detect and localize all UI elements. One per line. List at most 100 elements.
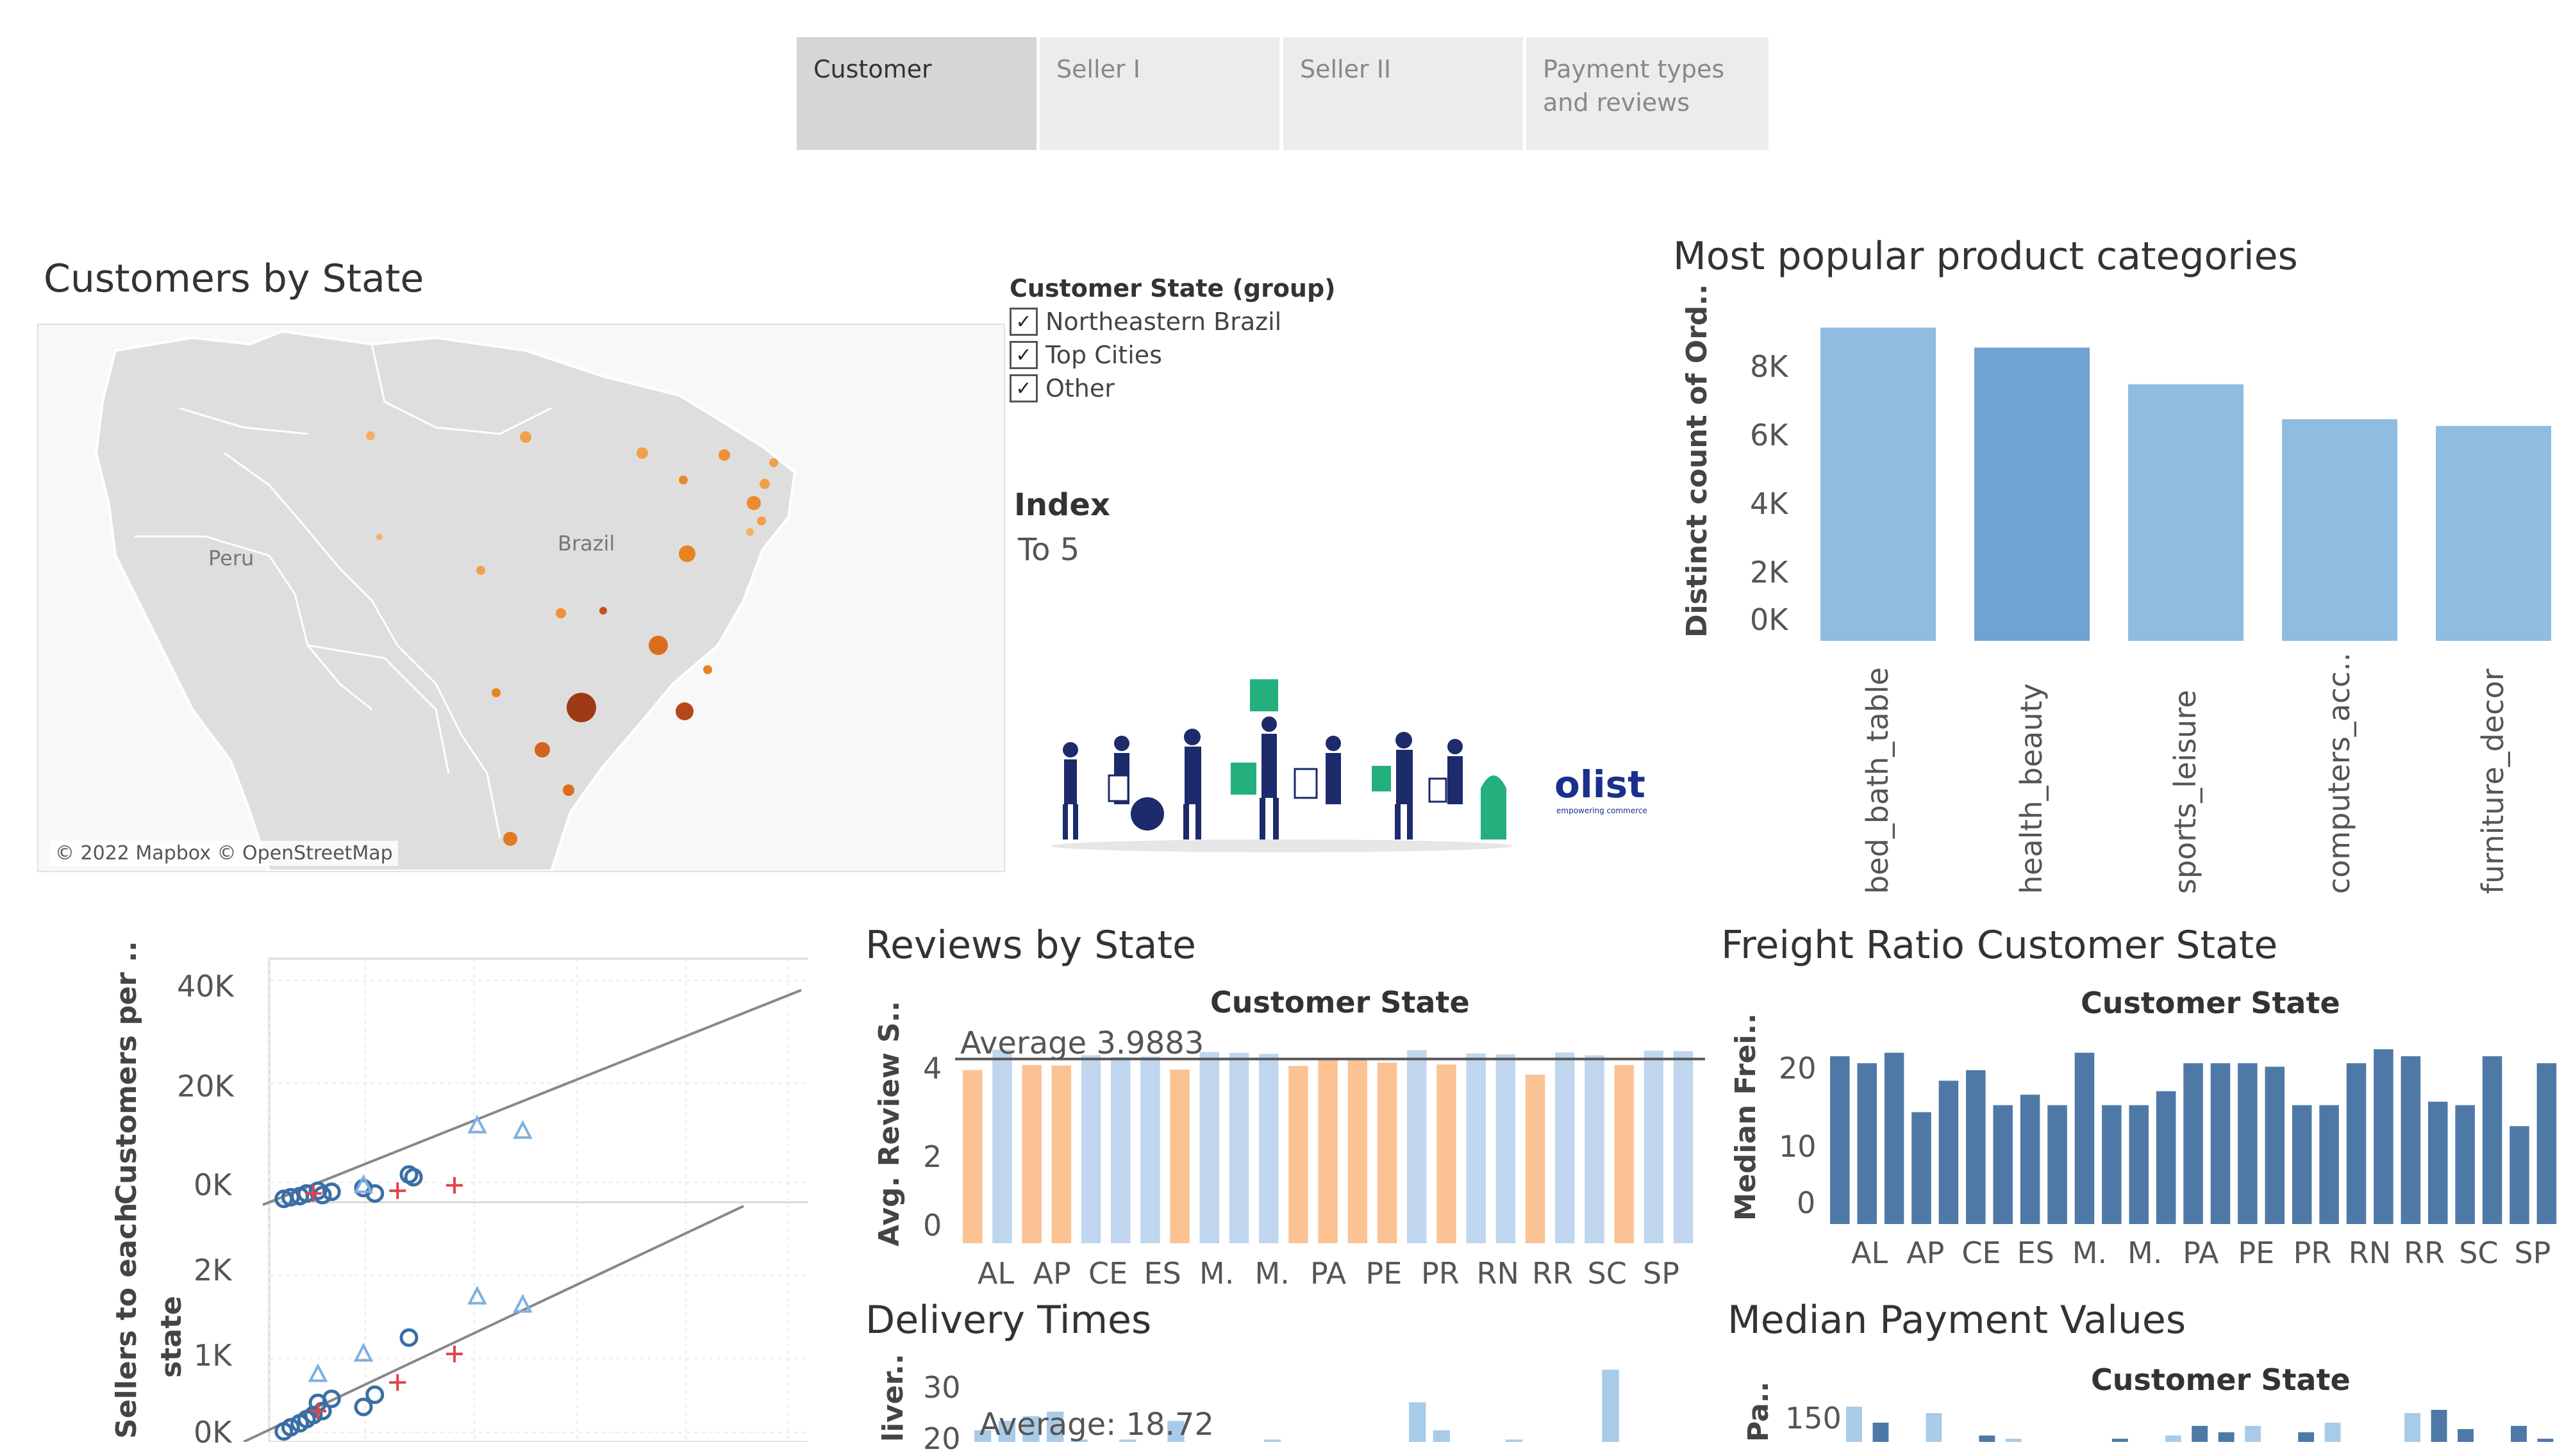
payment-bar[interactable] <box>1872 1423 1889 1442</box>
payment-bar[interactable] <box>2218 1432 2235 1442</box>
review-bar[interactable] <box>1347 1057 1368 1243</box>
tab-payment-types-and-reviews[interactable]: Payment types and reviews <box>1526 37 1769 150</box>
payment-bar[interactable] <box>2431 1410 2447 1442</box>
review-bar[interactable] <box>1199 1052 1220 1243</box>
review-bar[interactable] <box>1644 1050 1664 1243</box>
review-bar[interactable] <box>963 1070 983 1243</box>
scatter-point-circle[interactable] <box>399 1328 419 1347</box>
freight-bar[interactable] <box>2183 1063 2203 1224</box>
category-bar[interactable] <box>2436 426 2551 641</box>
freight-bar[interactable] <box>2346 1063 2367 1224</box>
category-bar[interactable] <box>2282 419 2397 641</box>
index-value[interactable]: To 5 <box>1018 532 1079 568</box>
freight-bar[interactable] <box>2427 1102 2448 1224</box>
scatter-point-circle[interactable] <box>365 1385 385 1404</box>
payment-bar[interactable] <box>2511 1426 2527 1442</box>
freight-bar[interactable] <box>1911 1112 1931 1224</box>
freight-bar[interactable] <box>2020 1095 2040 1224</box>
payment-bar[interactable] <box>1926 1413 1942 1442</box>
review-bar[interactable] <box>1466 1053 1486 1243</box>
scatter-point-plus[interactable] <box>389 1182 406 1200</box>
tab-seller-1[interactable]: Seller I <box>1040 37 1279 150</box>
freight-bar[interactable] <box>1993 1105 2013 1224</box>
review-bar[interactable] <box>1436 1064 1456 1243</box>
freight-bar[interactable] <box>2482 1056 2502 1224</box>
review-bar[interactable] <box>1614 1064 1634 1243</box>
review-bar[interactable] <box>1081 1055 1101 1243</box>
tab-seller-2[interactable]: Seller II <box>1283 37 1523 150</box>
freight-bar[interactable] <box>2510 1126 2529 1224</box>
freight-bar[interactable] <box>1830 1056 1850 1224</box>
review-bar[interactable] <box>1673 1051 1694 1243</box>
payment-bar[interactable] <box>2537 1439 2554 1442</box>
freight-bar[interactable] <box>2210 1063 2231 1224</box>
freight-bar[interactable] <box>2536 1063 2557 1224</box>
filter-item-other[interactable]: ✓ Other <box>1010 374 1115 402</box>
payment-bar[interactable] <box>2404 1413 2420 1442</box>
review-bar[interactable] <box>1555 1052 1575 1243</box>
checkbox-checked-icon[interactable]: ✓ <box>1010 341 1038 369</box>
delivery-bar[interactable] <box>1433 1430 1451 1442</box>
delivery-bar[interactable] <box>1602 1369 1619 1442</box>
payment-bar[interactable] <box>1846 1407 1862 1442</box>
map-credit[interactable]: © 2022 Mapbox © OpenStreetMap <box>50 841 398 866</box>
delivery-bar[interactable] <box>1409 1402 1426 1442</box>
freight-bar[interactable] <box>2292 1105 2312 1224</box>
freight-bar[interactable] <box>1966 1070 1986 1224</box>
freight-bar[interactable] <box>1884 1052 1904 1224</box>
category-bar[interactable] <box>2128 384 2244 641</box>
review-bar[interactable] <box>1525 1074 1545 1243</box>
freight-bars[interactable] <box>1830 1019 2564 1224</box>
freight-bar[interactable] <box>2455 1105 2475 1224</box>
payment-bars[interactable] <box>1846 1397 2564 1442</box>
filter-item-northeastern-brazil[interactable]: ✓ Northeastern Brazil <box>1010 308 1281 336</box>
review-bar[interactable] <box>1288 1066 1308 1243</box>
payment-bar[interactable] <box>2324 1423 2341 1442</box>
review-bar[interactable] <box>1495 1054 1516 1243</box>
checkbox-checked-icon[interactable]: ✓ <box>1010 308 1038 336</box>
scatter-point-triangle[interactable] <box>513 1120 533 1139</box>
scatter-point-triangle[interactable] <box>308 1363 328 1382</box>
freight-bar[interactable] <box>1857 1063 1877 1224</box>
category-bar[interactable] <box>1974 347 2090 641</box>
checkbox-checked-icon[interactable]: ✓ <box>1010 374 1038 402</box>
scatter-point-plus[interactable] <box>446 1345 463 1362</box>
payment-bar[interactable] <box>2111 1439 2128 1442</box>
payment-bar[interactable] <box>2298 1432 2315 1442</box>
scatter-point-plus[interactable] <box>446 1177 463 1194</box>
scatter-point-plus[interactable] <box>389 1374 406 1391</box>
payment-bar[interactable] <box>2005 1439 2022 1442</box>
freight-bar[interactable] <box>2102 1105 2122 1224</box>
freight-bar[interactable] <box>2156 1091 2176 1224</box>
freight-bar[interactable] <box>2047 1105 2067 1224</box>
review-bar[interactable] <box>1585 1055 1604 1243</box>
freight-bar[interactable] <box>2265 1066 2285 1224</box>
review-bar[interactable] <box>1377 1063 1397 1243</box>
customers-map[interactable]: Peru Brazil © 2022 Mapbox © OpenStreetMa… <box>37 324 1005 872</box>
delivery-bar[interactable] <box>1505 1439 1523 1442</box>
review-bar[interactable] <box>1051 1065 1072 1243</box>
scatter-point-triangle[interactable] <box>467 1114 487 1134</box>
scatter-plots[interactable] <box>90 955 808 1442</box>
freight-bar[interactable] <box>2074 1052 2095 1224</box>
category-bar[interactable] <box>1820 327 1936 641</box>
review-bar[interactable] <box>1170 1069 1190 1243</box>
freight-bar[interactable] <box>1938 1080 1959 1224</box>
review-bar[interactable] <box>1022 1064 1042 1243</box>
review-bar[interactable] <box>992 1049 1012 1243</box>
payment-bar[interactable] <box>2165 1435 2181 1442</box>
freight-bar[interactable] <box>2319 1105 2339 1224</box>
payment-bar[interactable] <box>2458 1429 2474 1442</box>
review-bar[interactable] <box>1140 1056 1160 1243</box>
freight-bar[interactable] <box>2129 1105 2149 1224</box>
review-bar[interactable] <box>1111 1057 1131 1243</box>
scatter-point-triangle[interactable] <box>467 1286 487 1305</box>
payment-bar[interactable] <box>1979 1435 1995 1442</box>
payment-bar[interactable] <box>2245 1426 2261 1442</box>
delivery-bar[interactable] <box>1264 1439 1281 1442</box>
categories-bars[interactable] <box>1820 301 2564 641</box>
payment-bar[interactable] <box>2192 1426 2208 1442</box>
review-bar[interactable] <box>1259 1054 1279 1243</box>
freight-bar[interactable] <box>2238 1063 2258 1224</box>
review-bar[interactable] <box>1407 1050 1427 1243</box>
